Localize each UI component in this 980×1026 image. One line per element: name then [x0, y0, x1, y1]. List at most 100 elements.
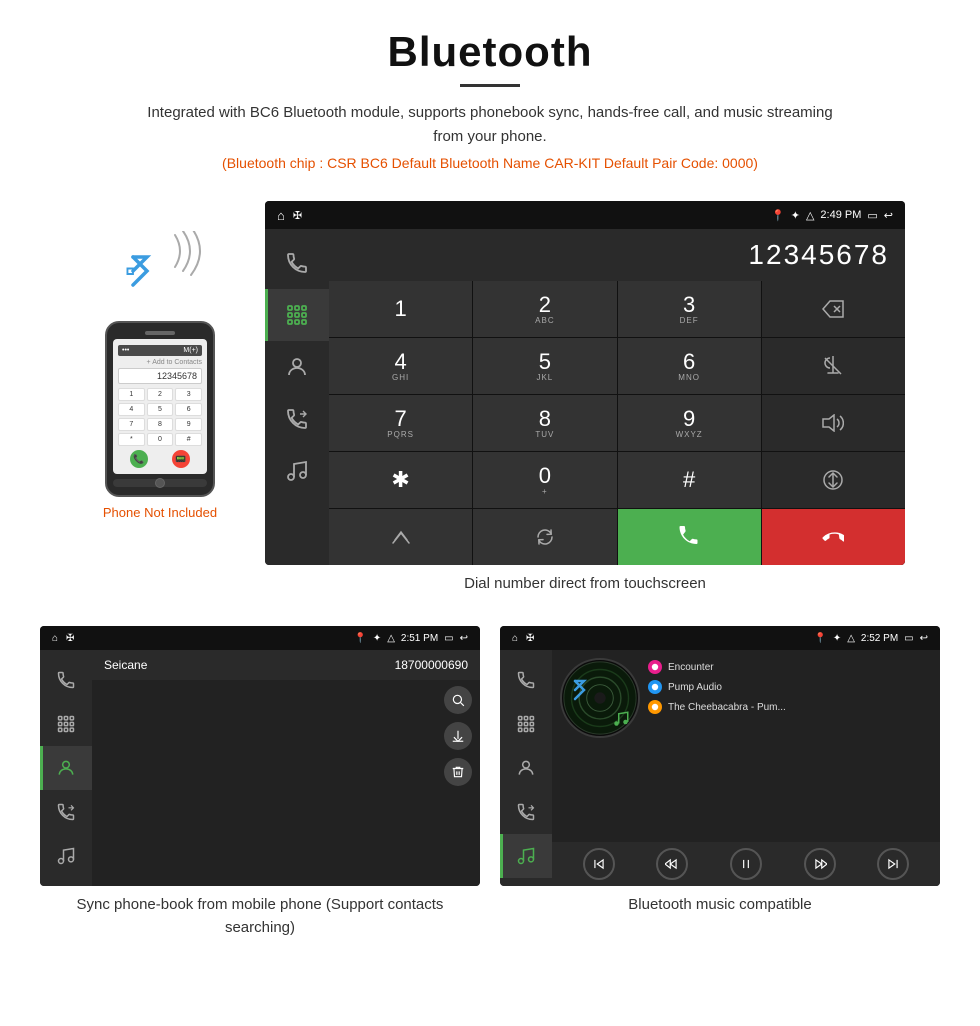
- dial-key-mute[interactable]: [762, 338, 905, 394]
- contacts-screen: ⌂ ✠ 📍 ✦ △ 2:51 PM ▭ ↩: [40, 626, 480, 886]
- phone-key-hash[interactable]: #: [175, 433, 202, 446]
- music-sidebar-music[interactable]: [500, 834, 552, 878]
- phone-carrier-label: M(+): [183, 347, 198, 354]
- music-sidebar-contacts[interactable]: [500, 746, 552, 790]
- music-sidebar-transfer[interactable]: [500, 790, 552, 834]
- music-sidebar-dialpad[interactable]: [500, 702, 552, 746]
- prev-track-button[interactable]: [583, 848, 615, 880]
- sidebar-item-phone[interactable]: [265, 237, 329, 289]
- rewind-button[interactable]: [656, 848, 688, 880]
- music-sidebar-phone[interactable]: [500, 658, 552, 702]
- dial-key-volume[interactable]: [762, 395, 905, 451]
- music-wifi-icon: △: [847, 633, 855, 644]
- contacts-status-bar: ⌂ ✠ 📍 ✦ △ 2:51 PM ▭ ↩: [40, 626, 480, 650]
- contacts-sidebar-contacts[interactable]: [40, 746, 92, 790]
- phone-home-button[interactable]: [155, 478, 165, 488]
- music-back-icon[interactable]: ↩: [920, 633, 928, 644]
- phone-key-9[interactable]: 9: [175, 418, 202, 431]
- phone-key-4[interactable]: 4: [118, 403, 145, 416]
- track-1-icon: [648, 660, 662, 674]
- dial-key-3-sub: DEF: [680, 316, 699, 325]
- phone-key-1[interactable]: 1: [118, 388, 145, 401]
- contacts-body: Seicane 18700000690: [40, 650, 480, 886]
- location-icon: 📍: [771, 209, 785, 222]
- next-track-button[interactable]: [877, 848, 909, 880]
- contact-search-button[interactable]: [444, 686, 472, 714]
- phone-body: ••• M(+) + Add to Contacts 12345678 1 2 …: [105, 321, 215, 497]
- sidebar-item-music[interactable]: [265, 445, 329, 497]
- music-time: 2:52 PM: [861, 633, 898, 644]
- dial-key-7[interactable]: 7 PQRS: [329, 395, 472, 451]
- contact-download-button[interactable]: [444, 722, 472, 750]
- volume-icon: [822, 414, 844, 432]
- dial-key-5[interactable]: 5 JKL: [473, 338, 616, 394]
- dial-key-arrow-up[interactable]: [329, 509, 472, 565]
- sidebar-item-dialpad[interactable]: [265, 289, 329, 341]
- phone-key-0[interactable]: 0: [147, 433, 174, 446]
- contacts-back-icon[interactable]: ↩: [460, 633, 468, 644]
- swap-icon: [822, 469, 844, 491]
- music-body: Encounter Pump Audio: [500, 650, 940, 886]
- track-3-icon: [648, 700, 662, 714]
- status-left: ⌂ ✠: [277, 208, 302, 223]
- dial-key-backspace[interactable]: [762, 281, 905, 337]
- contacts-sidebar-music[interactable]: [40, 834, 92, 878]
- dial-key-refresh[interactable]: [473, 509, 616, 565]
- phone-call-button[interactable]: 📞: [130, 450, 148, 468]
- phone-key-2[interactable]: 2: [147, 388, 174, 401]
- dial-key-star[interactable]: ✱: [329, 452, 472, 508]
- music-usb-icon: ✠: [526, 633, 534, 644]
- dial-key-end-call[interactable]: [762, 509, 905, 565]
- dial-key-hash[interactable]: #: [618, 452, 761, 508]
- forward-button[interactable]: [804, 848, 836, 880]
- dial-key-4[interactable]: 4 GHI: [329, 338, 472, 394]
- dial-key-0[interactable]: 0 +: [473, 452, 616, 508]
- bottom-section: ⌂ ✠ 📍 ✦ △ 2:51 PM ▭ ↩: [0, 616, 980, 959]
- music-screen: ⌂ ✠ 📍 ✦ △ 2:52 PM ▭ ↩: [500, 626, 940, 886]
- back-icon[interactable]: ↩: [884, 209, 893, 222]
- phone-key-7[interactable]: 7: [118, 418, 145, 431]
- phone-key-8[interactable]: 8: [147, 418, 174, 431]
- phone-key-5[interactable]: 5: [147, 403, 174, 416]
- track-2-name: Pump Audio: [668, 682, 722, 693]
- phone-bottom-buttons: 📞 📟: [118, 450, 202, 468]
- phone-key-6[interactable]: 6: [175, 403, 202, 416]
- dialpad-grid: 1 2 ABC 3 DEF: [329, 281, 905, 565]
- car-sidebar: [265, 229, 329, 565]
- dial-key-3[interactable]: 3 DEF: [618, 281, 761, 337]
- sidebar-item-contacts[interactable]: [265, 341, 329, 393]
- dial-key-call[interactable]: [618, 509, 761, 565]
- phone-key-star[interactable]: *: [118, 433, 145, 446]
- dial-key-0-label: 0: [539, 465, 551, 487]
- contacts-sidebar-dialpad[interactable]: [40, 702, 92, 746]
- pause-button[interactable]: [730, 848, 762, 880]
- phone-add-contact: + Add to Contacts: [118, 359, 202, 366]
- contacts-sidebar-transfer[interactable]: [40, 790, 92, 834]
- contacts-sidebar-phone[interactable]: [40, 658, 92, 702]
- dial-key-9[interactable]: 9 WXYZ: [618, 395, 761, 451]
- music-sidebar: [500, 650, 552, 886]
- phone-keypad: 1 2 3 4 5 6 7 8 9 * 0 #: [118, 388, 202, 446]
- backspace-icon: [822, 300, 844, 318]
- phone-end-button[interactable]: 📟: [172, 450, 190, 468]
- dial-key-8-sub: TUV: [535, 430, 554, 439]
- dial-key-6[interactable]: 6 MNO: [618, 338, 761, 394]
- sidebar-item-call-transfer[interactable]: [265, 393, 329, 445]
- contacts-wifi-icon: △: [387, 633, 395, 644]
- music-player-area: Encounter Pump Audio: [552, 650, 940, 842]
- music-bt-icon: ✦: [833, 633, 841, 644]
- main-screen-caption: Dial number direct from touchscreen: [265, 575, 905, 592]
- contacts-bt-icon: ✦: [373, 633, 381, 644]
- dial-key-1[interactable]: 1: [329, 281, 472, 337]
- dial-key-8[interactable]: 8 TUV: [473, 395, 616, 451]
- music-track-1: Encounter: [648, 658, 932, 676]
- contact-delete-button[interactable]: [444, 758, 472, 786]
- page-title: Bluetooth: [20, 28, 960, 76]
- dial-key-2[interactable]: 2 ABC: [473, 281, 616, 337]
- end-call-icon: [822, 526, 844, 548]
- dial-key-swap[interactable]: [762, 452, 905, 508]
- contacts-sidebar: [40, 650, 92, 886]
- phone-key-3[interactable]: 3: [175, 388, 202, 401]
- dial-key-5-label: 5: [539, 351, 551, 373]
- music-location-icon: 📍: [814, 633, 826, 644]
